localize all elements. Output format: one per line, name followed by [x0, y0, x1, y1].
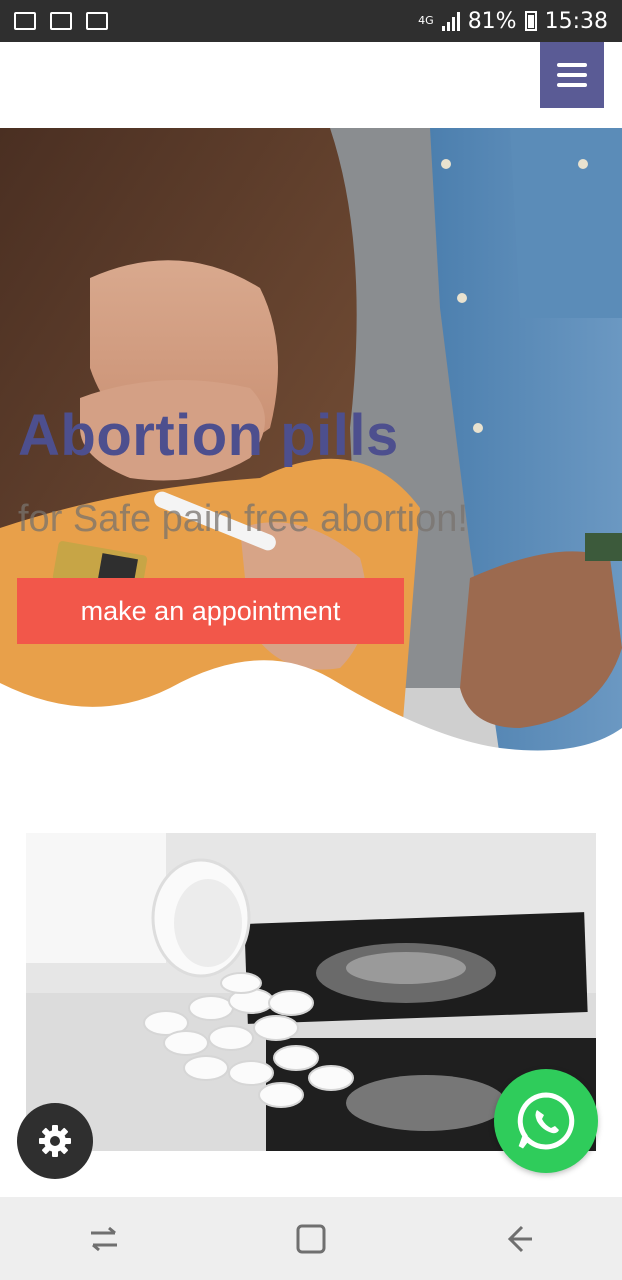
site-header — [0, 42, 622, 128]
hero-subtitle: for Safe pain free abortion! — [18, 498, 468, 540]
hero-title: Abortion pills — [18, 403, 399, 468]
back-icon[interactable] — [498, 1219, 538, 1259]
recent-apps-icon[interactable] — [84, 1219, 124, 1259]
whatsapp-icon — [517, 1092, 575, 1150]
make-appointment-button[interactable]: make an appointment — [17, 578, 404, 644]
network-type: 4G — [418, 14, 434, 27]
home-icon[interactable] — [291, 1219, 331, 1259]
system-nav-bar — [0, 1197, 622, 1280]
notification-icons — [14, 12, 108, 30]
hero-section: Abortion pills for Safe pain free aborti… — [0, 128, 622, 758]
status-bar: 4G 81% 15:38 — [0, 0, 622, 42]
clock: 15:38 — [544, 8, 608, 34]
whatsapp-button[interactable] — [494, 1069, 598, 1173]
image-notification-icon — [86, 12, 108, 30]
checklist-notification-icon — [50, 12, 72, 30]
gear-icon — [39, 1125, 71, 1157]
battery-icon — [524, 11, 537, 31]
hamburger-menu-icon[interactable] — [540, 42, 604, 108]
settings-button[interactable] — [17, 1103, 93, 1179]
gallery-notification-icon — [14, 12, 36, 30]
battery-percent: 81% — [467, 8, 517, 34]
signal-icon — [441, 11, 460, 31]
